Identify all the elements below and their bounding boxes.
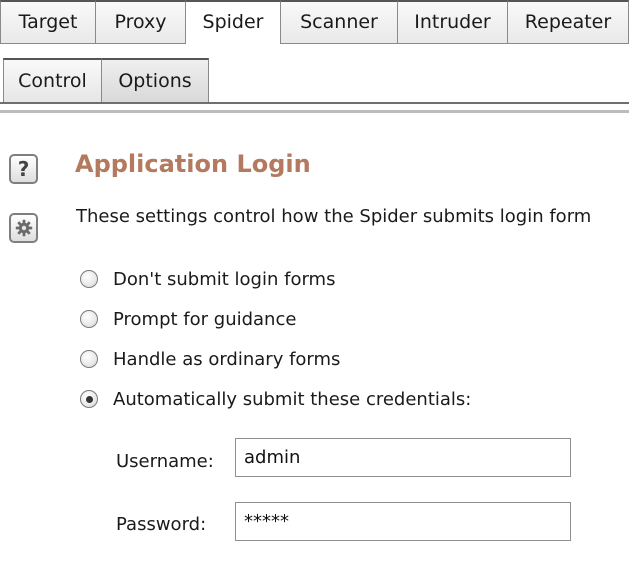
password-field[interactable]: *****	[235, 502, 571, 541]
radio-button[interactable]	[80, 270, 98, 288]
radio-label: Prompt for guidance	[113, 308, 297, 330]
section-description: These settings control how the Spider su…	[76, 206, 592, 227]
main-tab-bar: Target Proxy Spider Scanner Intruder Rep…	[0, 0, 629, 45]
tab-intruder[interactable]: Intruder	[397, 0, 508, 44]
tab-spider[interactable]: Spider	[185, 0, 281, 45]
radio-label: Handle as ordinary forms	[113, 348, 341, 370]
tab-control[interactable]: Control	[3, 58, 102, 103]
question-mark-icon[interactable]: ?	[9, 154, 38, 184]
username-field[interactable]: admin	[235, 438, 571, 477]
tab-proxy[interactable]: Proxy	[95, 0, 186, 44]
gear-icon-graphic	[15, 219, 32, 237]
panel-top-border	[0, 110, 629, 113]
username-label: Username:	[116, 451, 214, 472]
radio-dont-submit[interactable]: Don't submit login forms	[80, 266, 335, 292]
section-title: Application Login	[75, 150, 311, 178]
tab-divider	[0, 102, 629, 104]
radio-button[interactable]	[80, 350, 98, 368]
tab-repeater[interactable]: Repeater	[507, 0, 629, 44]
password-label: Password:	[116, 514, 207, 535]
radio-label: Automatically submit these credentials:	[113, 388, 472, 410]
radio-button[interactable]	[80, 310, 98, 328]
radio-button-checked[interactable]	[80, 390, 98, 408]
tab-options[interactable]: Options	[101, 58, 209, 103]
radio-prompt-guidance[interactable]: Prompt for guidance	[80, 306, 296, 332]
tab-target[interactable]: Target	[0, 0, 96, 44]
radio-auto-submit[interactable]: Automatically submit these credentials:	[80, 386, 471, 412]
gear-icon[interactable]	[9, 213, 38, 243]
radio-ordinary-forms[interactable]: Handle as ordinary forms	[80, 346, 340, 372]
radio-label: Don't submit login forms	[113, 268, 336, 290]
tab-scanner[interactable]: Scanner	[280, 0, 398, 44]
